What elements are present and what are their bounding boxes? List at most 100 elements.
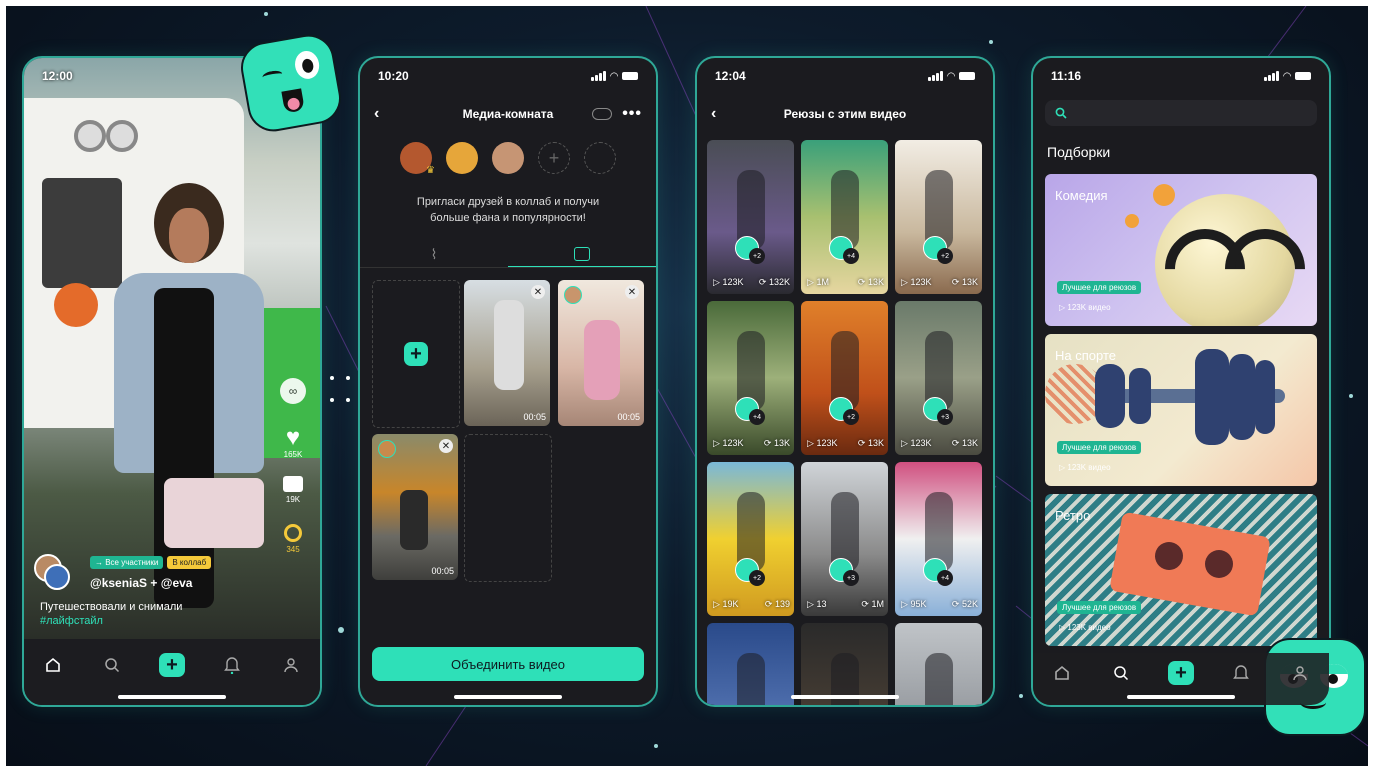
notifications-tab-icon[interactable] (1229, 661, 1253, 685)
participants-more-count: +3 (937, 409, 953, 425)
reuse-icon: ⟳ (951, 599, 960, 609)
invite-text: Пригласи друзей в коллаб и получи больше… (416, 196, 600, 224)
attachment-tab[interactable]: ⌇ (360, 242, 508, 266)
remove-clip-icon[interactable]: ✕ (531, 285, 545, 299)
collab-chip[interactable]: В коллаб (167, 556, 212, 569)
remove-clip-icon[interactable]: ✕ (439, 439, 453, 453)
play-icon: ▷ (807, 277, 814, 287)
remove-clip-icon[interactable]: ✕ (625, 285, 639, 299)
reuses-count: 1M (871, 599, 884, 609)
reuse-tile[interactable] (707, 623, 794, 705)
profile-tab-icon[interactable] (279, 653, 303, 677)
collab-icon[interactable]: ∞ (280, 378, 306, 404)
tile-metrics: ▷ 19K ⟳ 139 (713, 599, 790, 610)
home-indicator (118, 695, 226, 699)
more-icon[interactable]: ••• (622, 105, 642, 123)
profile-tab-icon[interactable] (1288, 661, 1312, 685)
reuse-tile[interactable]: +2 ▷ 123K ⟳ 13K (801, 301, 888, 455)
reuse-icon: ⟳ (857, 438, 866, 448)
avatar[interactable] (446, 142, 478, 174)
views-count: 123K (910, 438, 932, 448)
heart-icon: ♥ (285, 424, 301, 451)
authors-handles[interactable]: @kseniaS + @eva (90, 576, 192, 590)
play-icon: ▷ (901, 599, 908, 609)
play-icon: ▷ (713, 277, 720, 287)
back-icon[interactable]: ‹ (711, 105, 716, 123)
comment-button[interactable]: 19K (278, 476, 308, 504)
participants-more-count: +2 (749, 570, 765, 586)
empty-clip-slot (464, 434, 552, 582)
tile-metrics: ▷ 123K ⟳ 13K (901, 277, 978, 288)
create-button[interactable]: + (158, 653, 185, 677)
notifications-tab-icon[interactable] (220, 653, 244, 677)
status-icons: ◠ (1264, 71, 1311, 82)
home-indicator (1127, 695, 1235, 699)
avatar (44, 564, 70, 590)
back-icon[interactable]: ‹ (374, 105, 379, 123)
reuse-tile[interactable]: +2 ▷ 19K ⟳ 139 (707, 462, 794, 616)
add-clip-button[interactable]: + (404, 342, 428, 366)
author-avatars[interactable] (34, 554, 70, 590)
create-button[interactable]: + (1167, 661, 1194, 685)
reuses-count: 13K (961, 277, 978, 287)
avatar[interactable]: ♛ (400, 142, 435, 176)
phone-media-room: 10:20 ◠ ‹ Медиа-комната ••• ♛ + Пригласи… (358, 56, 658, 707)
feed-video-background (24, 58, 320, 639)
reuse-icon: ⟳ (951, 277, 960, 287)
clip-duration: 00:05 (431, 566, 454, 576)
video-icon (574, 247, 590, 261)
home-tab-icon[interactable] (1050, 661, 1074, 685)
avatar (564, 286, 582, 304)
search-input[interactable] (1045, 100, 1317, 126)
views-count: 123K (816, 438, 838, 448)
like-button[interactable]: ♥ 165K (278, 424, 308, 460)
reuse-tile[interactable]: +4 ▷ 95K ⟳ 52K (895, 462, 982, 616)
status-time: 12:04 (715, 69, 746, 83)
reuse-tile[interactable]: +2 ▷ 123K ⟳ 132K (707, 140, 794, 294)
header: ‹ Медиа-комната ••• (360, 96, 656, 132)
paperclip-icon: ⌇ (430, 245, 438, 262)
section-title: Подборки (1047, 144, 1111, 160)
views-count: 123K (722, 277, 744, 287)
reuse-tile[interactable]: +3 ▷ 13 ⟳ 1M (801, 462, 888, 616)
participants-more-count: +2 (937, 248, 953, 264)
status-bar: 12:00 (42, 68, 302, 84)
reuse-icon: ⟳ (861, 599, 869, 609)
merge-video-button[interactable]: Объединить видео (372, 647, 644, 681)
clip-thumbnail[interactable]: ✕ 00:05 (372, 434, 458, 580)
collection-card[interactable]: На спорте Лучшее для реюзов ▷ 123K видео (1045, 334, 1317, 486)
tile-metrics: ▷ 123K ⟳ 132K (713, 277, 790, 288)
reuse-grid: +2 ▷ 123K ⟳ 132K +4 ▷ 1M ⟳ 13K +2 ▷ 123K ⟳ 13K +4… (707, 140, 983, 705)
status-time: 10:20 (378, 69, 409, 83)
reuse-tile[interactable]: +4 ▷ 1M ⟳ 13K (801, 140, 888, 294)
cloud-icon[interactable] (592, 108, 612, 120)
status-icons: ◠ (928, 71, 975, 82)
add-clip-slot[interactable]: + (372, 280, 460, 428)
collection-card[interactable]: Комедия Лучшее для реюзов ▷ 123K видео (1045, 174, 1317, 326)
participants-row: ♛ + (400, 142, 616, 176)
clip-thumbnail[interactable]: ✕ 00:05 (558, 280, 644, 426)
avatar[interactable] (492, 142, 524, 174)
clip-thumbnail[interactable]: ✕ 00:05 (464, 280, 550, 426)
phone-collections: 11:16 ◠ Подборки Комедия Лучшее для реюз… (1031, 56, 1331, 707)
home-tab-icon[interactable] (41, 653, 65, 677)
repost-button[interactable]: 345 (278, 524, 308, 554)
reuse-tile[interactable]: +3 ▷ 123K ⟳ 13K (895, 301, 982, 455)
reuse-tile[interactable]: +2 ▷ 123K ⟳ 13K (895, 140, 982, 294)
all-participants-chip[interactable]: → Все участники (90, 556, 164, 569)
tile-metrics: ▷ 1M ⟳ 13K (807, 277, 884, 288)
search-tab-icon[interactable] (100, 653, 124, 677)
search-tab-icon[interactable] (1109, 661, 1133, 685)
video-tab[interactable] (508, 242, 656, 268)
collection-card[interactable]: Ретро Лучшее для реюзов ▷ 123K видео (1045, 494, 1317, 646)
status-icons: ◠ (591, 71, 638, 82)
home-indicator (791, 695, 899, 699)
post-hashtag[interactable]: #лайфстайл (40, 615, 103, 627)
collection-count: ▷ 123K видео (1059, 623, 1111, 632)
tile-metrics: ▷ 123K ⟳ 13K (901, 438, 978, 449)
add-participant-button[interactable]: + (538, 142, 570, 174)
person-figure (925, 653, 953, 705)
reuse-tile[interactable] (895, 623, 982, 705)
reuse-tile[interactable]: +4 ▷ 123K ⟳ 13K (707, 301, 794, 455)
views-count: 19K (722, 599, 739, 609)
